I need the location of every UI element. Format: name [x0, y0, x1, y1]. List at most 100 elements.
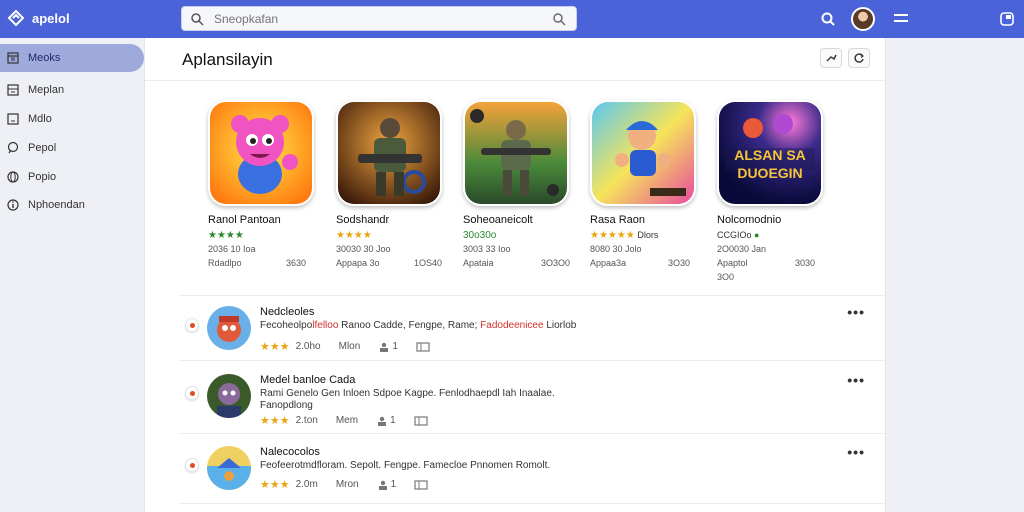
- search-submit-icon[interactable]: [552, 12, 566, 26]
- app-meta-right: 3O30: [668, 258, 691, 268]
- list-avatar: [207, 306, 251, 350]
- app-meta-left: Apataia: [463, 258, 494, 268]
- list-description-extra: Fanopdlong: [260, 400, 313, 411]
- rating-stars: 30o30o: [463, 230, 497, 241]
- search-input[interactable]: [214, 11, 544, 26]
- folder-icon: [416, 341, 430, 352]
- sidebar: Meoks Meplan Mdlo Pepol Popio Nphoendan: [0, 38, 144, 512]
- list-avatar: [207, 446, 251, 490]
- app-meta-right: 3630: [286, 258, 307, 268]
- list-title: Nalecocolos: [260, 446, 320, 458]
- app-meta-left: Apaptol: [717, 258, 748, 268]
- app-card[interactable]: Sodshandr ★★★★ 30030 30 Joo Appapa 3o 1OS…: [336, 100, 454, 270]
- sidebar-item-mdlo[interactable]: Mdlo: [0, 105, 144, 133]
- list-description: Rami Genelo Gen Inloen Sdpoe Kagpe. Fenl…: [260, 388, 555, 399]
- calendar-icon: [7, 52, 19, 64]
- sidebar-item-popio[interactable]: Popio: [0, 163, 144, 191]
- list-divider: [179, 433, 885, 434]
- app-card[interactable]: Rasa Raon ★★★★★ Dlors 8080 30 Jolo Appaa…: [590, 100, 708, 270]
- window-icon[interactable]: [1000, 12, 1014, 26]
- list-meta: ★★★ 2.0ho Mlon 1: [260, 340, 430, 353]
- play-icon[interactable]: [185, 386, 199, 400]
- list-description: Feofeerotmdfloram. Sepolt. Fengpe. Famec…: [260, 460, 551, 471]
- sidebar-item-label: Meplan: [28, 84, 65, 96]
- user-icon: [380, 342, 389, 352]
- box-icon: [7, 113, 19, 125]
- list-meta: ★★★ 2.0m Mron 1: [260, 478, 428, 491]
- sidebar-item-meplan[interactable]: Meplan: [0, 76, 144, 104]
- play-icon[interactable]: [185, 458, 199, 472]
- app-card[interactable]: Soheoaneicolt 30o30o 3003 33 Ioo Apataia…: [463, 100, 581, 270]
- globe-icon: [7, 171, 19, 183]
- list-description: Fecoheolpolfelloo Ranoo Cadde, Fengpe, R…: [260, 320, 576, 331]
- menu-icon[interactable]: [894, 13, 908, 25]
- share-button[interactable]: [820, 48, 842, 68]
- main-panel: Aplansilayin Ranol Pantoan ★★★★ 2036 10 …: [144, 38, 886, 512]
- desc-highlight: Fadodeenicee: [480, 320, 544, 331]
- desc-text: Liorlob: [543, 320, 577, 331]
- app-meta-left: Rdadlpo: [208, 258, 242, 268]
- app-meta: 2036 10 Ioa: [208, 244, 256, 254]
- app-meta: 8080 30 Jolo: [590, 244, 642, 254]
- meta-count: 1: [392, 341, 398, 352]
- sidebar-item-label: Mdlo: [28, 113, 52, 125]
- rating-stars: ★★★: [260, 341, 290, 353]
- app-name: Rasa Raon: [590, 214, 646, 226]
- svg-text:DUOEGIN: DUOEGIN: [737, 165, 802, 181]
- more-options-icon[interactable]: •••: [847, 304, 865, 320]
- refresh-icon: [854, 53, 864, 63]
- grid-icon: [7, 84, 19, 96]
- rating-count: Dlors: [637, 230, 659, 240]
- app-icon: [463, 100, 569, 206]
- top-bar: apelol: [0, 0, 1024, 38]
- search-icon[interactable]: [820, 11, 836, 27]
- brand[interactable]: apelol: [6, 8, 70, 28]
- sidebar-item-meoks[interactable]: Meoks: [0, 44, 144, 72]
- list-divider: [179, 503, 885, 504]
- sidebar-item-nphoendan[interactable]: Nphoendan: [0, 191, 144, 219]
- more-options-icon[interactable]: •••: [847, 444, 865, 460]
- folder-icon: [414, 415, 428, 426]
- app-meta-row: Rdadlpo 3630: [208, 258, 326, 270]
- sidebar-item-label: Nphoendan: [28, 199, 85, 211]
- meta-size: 2.0m: [295, 479, 318, 490]
- status-dot: ●: [754, 230, 760, 240]
- app-meta-right: 1OS40: [414, 258, 443, 268]
- meta-count: 1: [390, 415, 396, 426]
- list-avatar: [207, 374, 251, 418]
- play-icon[interactable]: [185, 318, 199, 332]
- meta-time: Mem: [335, 415, 359, 426]
- desc-text: Fecoheolpo: [260, 320, 313, 331]
- list-divider: [179, 295, 885, 296]
- app-name: Nolcomodnio: [717, 214, 782, 226]
- refresh-button[interactable]: [848, 48, 870, 68]
- app-card[interactable]: Ranol Pantoan ★★★★ 2036 10 Ioa Rdadlpo 36…: [208, 100, 326, 270]
- app-icon: [336, 100, 442, 206]
- app-meta-left: Appapa 3o: [336, 258, 380, 268]
- user-avatar[interactable]: [851, 7, 875, 31]
- search-bar[interactable]: [181, 6, 577, 31]
- app-logo-icon: [7, 9, 25, 27]
- app-card[interactable]: ALSAN SA DUOEGIN Nolcomodnio CCGIOo ● 2O…: [717, 100, 835, 284]
- app-meta-extra: 3O0: [717, 272, 735, 282]
- meta-time: Mron: [335, 479, 359, 490]
- list-item[interactable]: Nalecocolos Feofeerotmdfloram. Sepolt. F…: [179, 438, 885, 502]
- desc-text: Ranoo Cadde, Fengpe, Rame;: [338, 320, 481, 331]
- app-meta-left: Appaa3a: [590, 258, 627, 268]
- user-icon: [378, 416, 387, 426]
- more-options-icon[interactable]: •••: [847, 372, 865, 388]
- app-name: Soheoaneicolt: [463, 214, 533, 226]
- app-meta: 3003 33 Ioo: [463, 244, 511, 254]
- list-divider: [179, 360, 885, 361]
- page-title: Aplansilayin: [182, 50, 273, 69]
- share-icon: [826, 54, 837, 62]
- brand-name: apelol: [32, 10, 70, 26]
- svg-text:ALSAN SA: ALSAN SA: [734, 147, 806, 163]
- list-item[interactable]: Nedcleoles Fecoheolpolfelloo Ranoo Cadde…: [179, 298, 885, 362]
- sidebar-item-pepol[interactable]: Pepol: [0, 134, 144, 162]
- app-rating: CCGIOo ●: [717, 230, 835, 242]
- list-title: Nedcleoles: [260, 306, 315, 318]
- list-item[interactable]: Medel banloe Cada Rami Genelo Gen Inloen…: [179, 366, 885, 430]
- app-meta-right: 3O3O0: [541, 258, 571, 268]
- rating-stars: ★★★★: [336, 230, 372, 241]
